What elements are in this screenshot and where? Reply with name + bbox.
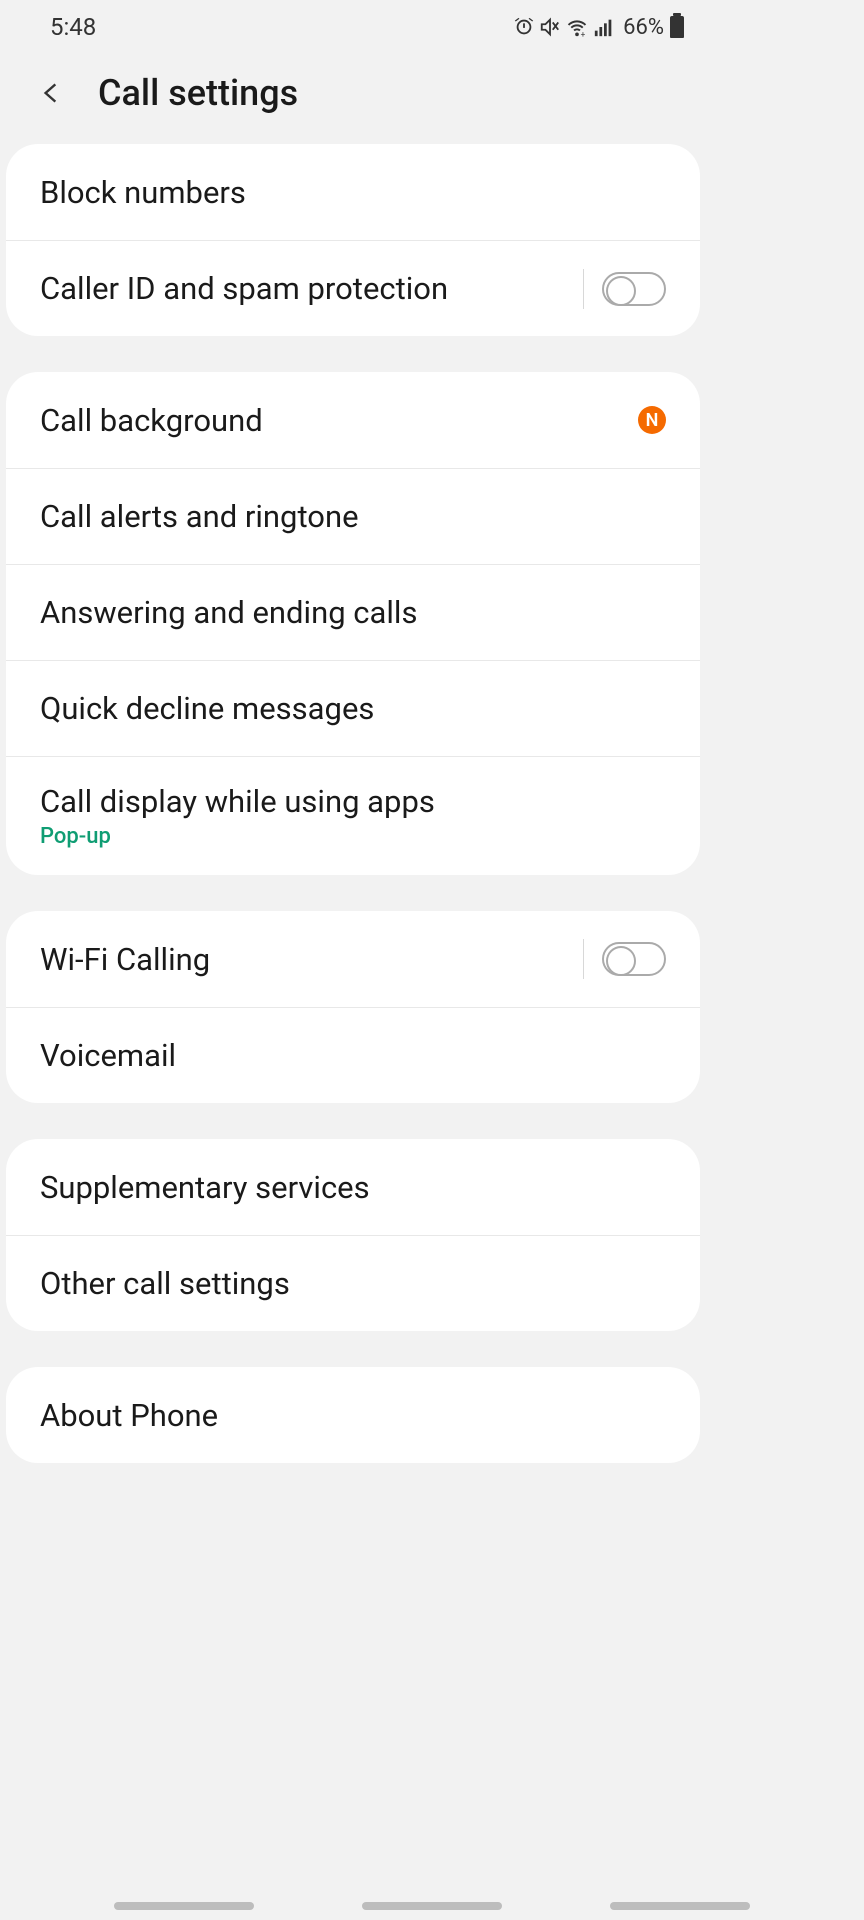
row-label: Caller ID and spam protection bbox=[40, 270, 583, 307]
row-about-phone[interactable]: About Phone bbox=[6, 1367, 700, 1463]
row-label: Call background bbox=[40, 402, 638, 439]
status-battery-pct: 66% bbox=[623, 15, 664, 40]
status-time: 5:48 bbox=[50, 13, 96, 41]
signal-icon bbox=[593, 16, 615, 38]
svg-text:+: + bbox=[581, 30, 586, 38]
mute-vibrate-icon bbox=[539, 16, 561, 38]
row-label: Voicemail bbox=[40, 1037, 666, 1074]
settings-group: About Phone bbox=[6, 1367, 700, 1463]
separator bbox=[583, 269, 584, 309]
row-label: Call display while using apps bbox=[40, 783, 666, 820]
row-answering-ending[interactable]: Answering and ending calls bbox=[6, 564, 700, 660]
row-quick-decline[interactable]: Quick decline messages bbox=[6, 660, 700, 756]
nav-back[interactable] bbox=[610, 1902, 750, 1910]
row-label: Other call settings bbox=[40, 1265, 666, 1302]
settings-group: Call background N Call alerts and ringto… bbox=[6, 372, 700, 875]
nav-home[interactable] bbox=[362, 1902, 502, 1910]
nav-recents[interactable] bbox=[114, 1902, 254, 1910]
row-label: Wi-Fi Calling bbox=[40, 941, 583, 978]
row-call-background[interactable]: Call background N bbox=[6, 372, 700, 468]
row-wifi-calling[interactable]: Wi-Fi Calling bbox=[6, 911, 700, 1007]
nav-gesture-bar bbox=[0, 1902, 864, 1910]
row-voicemail[interactable]: Voicemail bbox=[6, 1007, 700, 1103]
row-label: Block numbers bbox=[40, 174, 666, 211]
chevron-left-icon bbox=[38, 74, 64, 112]
row-label: About Phone bbox=[40, 1397, 666, 1434]
settings-group: Supplementary services Other call settin… bbox=[6, 1139, 700, 1331]
status-icons: + bbox=[513, 16, 615, 38]
battery-icon bbox=[670, 16, 684, 38]
wifi-icon: + bbox=[565, 16, 589, 38]
header: Call settings bbox=[0, 54, 706, 144]
row-supplementary-services[interactable]: Supplementary services bbox=[6, 1139, 700, 1235]
row-label: Quick decline messages bbox=[40, 690, 666, 727]
alarm-icon bbox=[513, 16, 535, 38]
new-badge: N bbox=[638, 406, 666, 434]
row-call-alerts-ringtone[interactable]: Call alerts and ringtone bbox=[6, 468, 700, 564]
row-other-call-settings[interactable]: Other call settings bbox=[6, 1235, 700, 1331]
settings-group: Wi-Fi Calling Voicemail bbox=[6, 911, 700, 1103]
toggle-wifi-calling[interactable] bbox=[602, 942, 666, 976]
row-block-numbers[interactable]: Block numbers bbox=[6, 144, 700, 240]
page-title: Call settings bbox=[98, 72, 298, 114]
status-bar: 5:48 + 66% bbox=[0, 0, 706, 54]
row-label: Supplementary services bbox=[40, 1169, 666, 1206]
row-label: Answering and ending calls bbox=[40, 594, 666, 631]
row-subtext: Pop-up bbox=[40, 824, 666, 849]
back-button[interactable] bbox=[30, 72, 72, 114]
settings-group: Block numbers Caller ID and spam protect… bbox=[6, 144, 700, 336]
separator bbox=[583, 939, 584, 979]
status-right: + 66% bbox=[513, 15, 684, 40]
row-call-display-apps[interactable]: Call display while using apps Pop-up bbox=[6, 756, 700, 875]
row-label: Call alerts and ringtone bbox=[40, 498, 666, 535]
row-caller-id-spam[interactable]: Caller ID and spam protection bbox=[6, 240, 700, 336]
toggle-caller-id-spam[interactable] bbox=[602, 272, 666, 306]
